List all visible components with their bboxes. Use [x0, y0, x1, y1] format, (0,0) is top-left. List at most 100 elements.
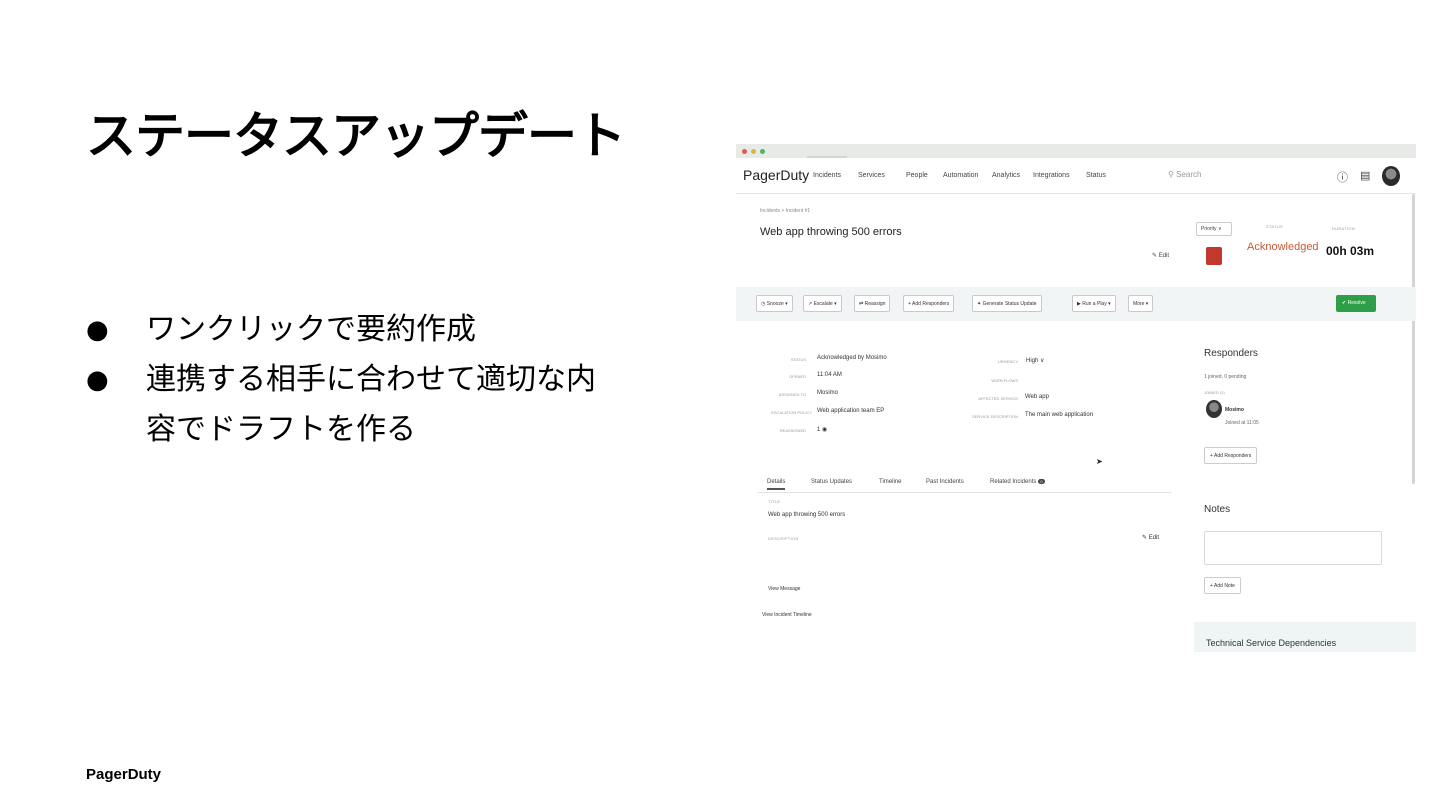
tab-timeline[interactable]: Timeline — [879, 479, 901, 485]
related-incidents-label: Related Incidents — [990, 479, 1037, 485]
field-value[interactable]: Web application team EP — [817, 408, 884, 414]
footer-logo: PagerDuty — [86, 766, 162, 783]
generate-status-update-button[interactable]: ✦ Generate Status Update — [972, 295, 1042, 312]
view-incident-timeline-link[interactable]: View Incident Timeline — [762, 612, 812, 618]
maximize-window-dot[interactable] — [760, 149, 765, 154]
bullet-list: ● ワンクリックで要約作成 ● 連携する相手に合わせて適切な内 容でドラフトを作る — [86, 305, 686, 455]
field-value[interactable]: Mosimo — [817, 390, 838, 396]
top-navbar: PagerDuty Incidents Services People Auto… — [736, 156, 1416, 194]
bullet-item: ● ワンクリックで要約作成 — [86, 305, 686, 355]
mouse-cursor-icon: ➤ — [1096, 457, 1103, 466]
add-user-icon: + — [1210, 453, 1213, 459]
close-window-dot[interactable] — [742, 149, 747, 154]
responder-name[interactable]: Mosimo — [1225, 407, 1244, 413]
embedded-screenshot: PagerDuty Incidents Services People Auto… — [736, 144, 1416, 652]
add-user-icon: + — [908, 301, 911, 307]
info-icon[interactable]: ◉ — [822, 427, 827, 433]
slide-title: ステータスアップデート — [86, 107, 626, 165]
nav-incidents[interactable]: Incidents — [806, 156, 848, 179]
reassign-icon: ⇄ — [859, 301, 864, 307]
tab-related-incidents[interactable]: Related Incidents 0 — [990, 479, 1045, 485]
nav-automation[interactable]: Automation — [943, 172, 978, 179]
tab-status-updates[interactable]: Status Updates — [811, 479, 852, 485]
nav-integrations[interactable]: Integrations — [1033, 172, 1070, 179]
duration-value: 00h 03m — [1326, 244, 1375, 258]
field-label: OPENED — [789, 374, 806, 379]
field-value: 1 ◉ — [817, 426, 827, 433]
run-a-play-button[interactable]: ▶ Run a Play ▾ — [1072, 295, 1116, 312]
nav-analytics[interactable]: Analytics — [992, 172, 1020, 179]
tabs-divider — [758, 492, 1172, 493]
field-value: 11:04 AM — [817, 372, 842, 378]
bullet-dot: ● — [86, 315, 109, 345]
priority-indicator — [1206, 247, 1222, 265]
help-icon[interactable]: ⓘ — [1337, 169, 1348, 185]
details-edit-label: Edit — [1148, 535, 1160, 541]
notes-input[interactable] — [1204, 531, 1382, 565]
field-value: Acknowledged by Mosimo — [817, 355, 887, 361]
status-label: STATUS — [1266, 224, 1283, 229]
responders-summary: 1 joined, 0 pending — [1204, 374, 1247, 380]
user-avatar[interactable] — [1382, 166, 1400, 186]
resolve-button[interactable]: ✔ Resolve — [1336, 295, 1376, 312]
field-label: ASSIGNED TO — [778, 392, 806, 397]
responder-joined-time: Joined at 11:05 — [1225, 420, 1259, 426]
search-field[interactable]: ⚲ Search — [1168, 170, 1201, 179]
field-label: AFFECTED SERVICE — [978, 396, 1018, 401]
incident-title: Web app throwing 500 errors — [760, 226, 902, 238]
breadcrumb[interactable]: Incidents > Incident #1 — [760, 208, 810, 214]
field-label: STATUS — [790, 357, 806, 362]
tab-details[interactable]: Details — [767, 479, 786, 490]
snooze-label: Snooze ▾ — [766, 301, 788, 307]
field-label: REASSIGNED — [779, 428, 806, 433]
nav-people[interactable]: People — [906, 172, 928, 179]
escalate-label: Escalate ▾ — [813, 301, 837, 307]
clock-icon: ◷ — [761, 301, 766, 307]
tab-past-incidents[interactable]: Past Incidents — [926, 479, 964, 485]
notifications-icon[interactable]: ▤ — [1360, 169, 1370, 182]
responders-title: Responders — [1204, 348, 1258, 359]
reassign-button[interactable]: ⇄ Reassign — [854, 295, 891, 312]
sidebar-add-responders-button[interactable]: + Add Responders — [1204, 447, 1258, 464]
escalate-button[interactable]: ↗ Escalate ▾ — [803, 295, 842, 312]
minimize-window-dot[interactable] — [751, 149, 756, 154]
notes-title: Notes — [1204, 504, 1231, 515]
add-responders-label: Add Responders — [912, 301, 950, 307]
bullet-text-continued: 容でドラフトを作る — [146, 412, 416, 447]
tech-dependencies-title: Technical Service Dependencies — [1206, 638, 1337, 648]
field-value: The main web application — [1025, 412, 1094, 418]
related-count-badge: 0 — [1038, 479, 1045, 484]
add-responders-button[interactable]: + Add Responders — [903, 295, 955, 312]
search-placeholder: Search — [1176, 170, 1202, 179]
view-message-link[interactable]: View Message — [768, 586, 800, 592]
bullet-text: ワンクリックで要約作成 — [146, 312, 476, 347]
field-label: ESCALATION POLICY — [771, 410, 812, 415]
priority-dropdown[interactable]: Priority ∨ — [1196, 222, 1232, 236]
duration-label: DURATION — [1332, 226, 1355, 231]
field-label: URGENCY — [997, 359, 1018, 364]
nav-status[interactable]: Status — [1086, 172, 1106, 179]
details-edit-button[interactable]: ✎ Edit — [1142, 534, 1159, 541]
reassigned-count: 1 — [817, 427, 821, 433]
snooze-button[interactable]: ◷ Snooze ▾ — [756, 295, 793, 312]
details-title-value: Web app throwing 500 errors — [768, 512, 846, 518]
nav-services[interactable]: Services — [858, 172, 885, 179]
run-a-play-label: Run a Play ▾ — [1082, 301, 1111, 307]
urgency-dropdown[interactable]: High ∨ — [1026, 357, 1044, 364]
edit-label: Edit — [1158, 253, 1170, 259]
add-note-button[interactable]: + Add Note — [1204, 577, 1241, 594]
edit-title-button[interactable]: ✎ Edit — [1152, 252, 1169, 259]
scrollbar[interactable] — [1412, 194, 1415, 484]
escalate-icon: ↗ — [808, 301, 813, 307]
field-value[interactable]: Web app — [1025, 394, 1049, 400]
bullet-text: 連携する相手に合わせて適切な内 — [146, 362, 596, 397]
generate-status-update-label: Generate Status Update — [982, 301, 1037, 307]
pencil-icon: ✎ — [1152, 253, 1158, 259]
brand-logo[interactable]: PagerDuty — [743, 167, 809, 183]
field-label: WORKFLOWS — [991, 378, 1018, 383]
more-button[interactable]: More ▾ — [1128, 295, 1154, 312]
sparkle-icon: ✦ — [977, 301, 982, 307]
responder-avatar — [1206, 400, 1222, 418]
status-value: Acknowledged — [1247, 241, 1319, 253]
details-title-label: TITLE — [768, 499, 781, 504]
